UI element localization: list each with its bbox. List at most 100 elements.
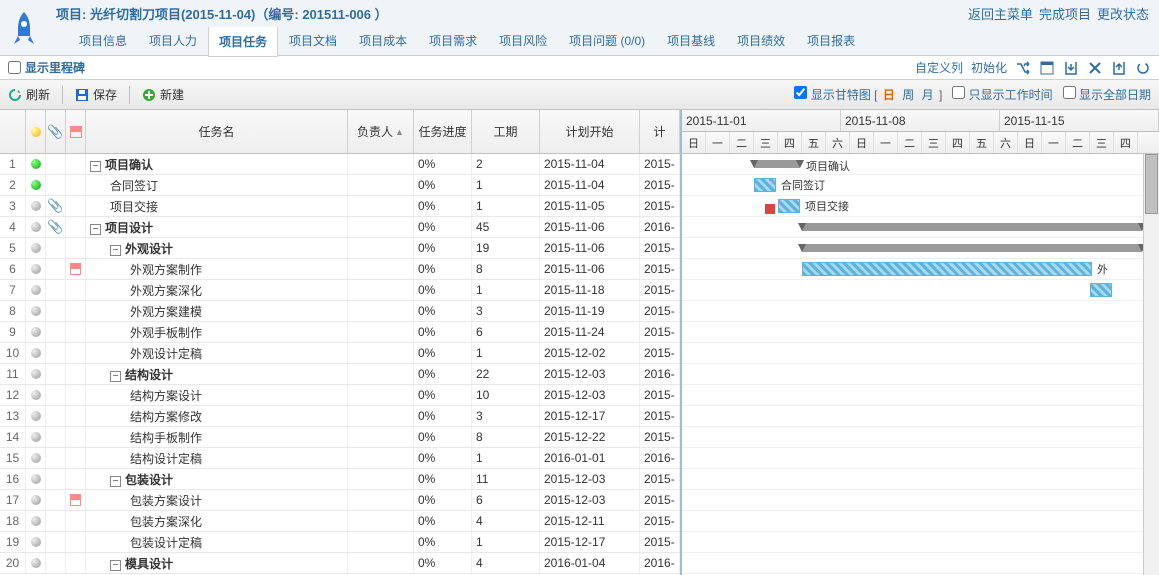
col-flag[interactable] xyxy=(66,110,86,153)
task-row[interactable]: 18包装方案深化0%42015-12-112015- xyxy=(0,511,680,532)
status-bullet-icon xyxy=(31,285,41,295)
name-cell[interactable]: 外观方案深化 xyxy=(86,280,348,300)
start-cell: 2015-12-02 xyxy=(540,343,640,363)
name-cell[interactable]: −外观设计 xyxy=(86,238,348,258)
task-row[interactable]: 20−模具设计0%42016-01-042016- xyxy=(0,553,680,574)
name-cell[interactable]: 项目交接 xyxy=(86,196,348,216)
view-week[interactable]: 周 xyxy=(902,88,914,102)
link-change-status[interactable]: 更改状态 xyxy=(1097,4,1149,23)
name-cell[interactable]: 结构方案设计 xyxy=(86,385,348,405)
import-icon[interactable] xyxy=(1111,60,1127,76)
status-cell xyxy=(26,385,46,405)
task-row[interactable]: 9外观手板制作0%62015-11-242015- xyxy=(0,322,680,343)
col-start[interactable]: 计划开始 xyxy=(540,110,640,153)
task-row[interactable]: 11−结构设计0%222015-12-032016- xyxy=(0,364,680,385)
flag-cell xyxy=(66,532,86,552)
name-cell[interactable]: 外观方案制作 xyxy=(86,259,348,279)
tab-2[interactable]: 项目任务 xyxy=(208,27,278,57)
col-owner[interactable]: 负责人▲ xyxy=(348,110,414,153)
name-cell[interactable]: 外观手板制作 xyxy=(86,322,348,342)
tab-4[interactable]: 项目成本 xyxy=(348,25,418,56)
tab-6[interactable]: 项目风险 xyxy=(488,25,558,56)
save-button[interactable]: 保存 xyxy=(75,86,117,103)
task-row[interactable]: 7外观方案深化0%12015-11-182015- xyxy=(0,280,680,301)
full-screen-icon[interactable] xyxy=(1039,60,1055,76)
link-init[interactable]: 初始化 xyxy=(971,59,1007,76)
task-row[interactable]: 1−项目确认0%22015-11-042015- xyxy=(0,154,680,175)
gantt-checkbox[interactable] xyxy=(794,86,807,99)
collapse-icon[interactable]: − xyxy=(90,224,101,235)
col-rownum[interactable] xyxy=(0,110,26,153)
task-row[interactable]: 16−包装设计0%112015-12-032015- xyxy=(0,469,680,490)
tab-7[interactable]: 项目问题 (0/0) xyxy=(558,25,656,56)
name-cell[interactable]: 结构设计定稿 xyxy=(86,448,348,468)
refresh-circle-icon[interactable] xyxy=(1135,60,1151,76)
col-duration[interactable]: 工期 xyxy=(472,110,540,153)
name-cell[interactable]: 外观方案建模 xyxy=(86,301,348,321)
task-row[interactable]: 13结构方案修改0%32015-12-172015- xyxy=(0,406,680,427)
task-row[interactable]: 15结构设计定稿0%12016-01-012016- xyxy=(0,448,680,469)
col-attach[interactable]: 📎 xyxy=(46,110,66,153)
tab-5[interactable]: 项目需求 xyxy=(418,25,488,56)
gantt-bar[interactable]: 项目交接 xyxy=(778,199,800,213)
tab-0[interactable]: 项目信息 xyxy=(68,25,138,56)
tab-1[interactable]: 项目人力 xyxy=(138,25,208,56)
view-month[interactable]: 月 xyxy=(922,88,934,102)
link-custom-cols[interactable]: 自定义列 xyxy=(915,59,963,76)
rownum: 17 xyxy=(0,490,26,510)
workonly-checkbox[interactable] xyxy=(952,86,965,99)
allday-checkbox[interactable] xyxy=(1063,86,1076,99)
task-row[interactable]: 3📎项目交接0%12015-11-052015- xyxy=(0,196,680,217)
task-row[interactable]: 5−外观设计0%192015-11-062015- xyxy=(0,238,680,259)
milestone-checkbox[interactable] xyxy=(8,61,21,74)
task-row[interactable]: 10外观设计定稿0%12015-12-022015- xyxy=(0,343,680,364)
name-cell[interactable]: 结构方案修改 xyxy=(86,406,348,426)
task-row[interactable]: 8外观方案建模0%32015-11-192015- xyxy=(0,301,680,322)
tab-8[interactable]: 项目基线 xyxy=(656,25,726,56)
collapse-icon[interactable]: − xyxy=(110,245,121,256)
collapse-icon[interactable]: − xyxy=(110,560,121,571)
name-cell[interactable]: 合同签订 xyxy=(86,175,348,195)
task-row[interactable]: 14结构手板制作0%82015-12-222015- xyxy=(0,427,680,448)
name-cell[interactable]: 外观设计定稿 xyxy=(86,343,348,363)
name-cell[interactable]: −项目确认 xyxy=(86,154,348,174)
name-cell[interactable]: 包装设计定稿 xyxy=(86,532,348,552)
name-cell[interactable]: −模具设计 xyxy=(86,553,348,573)
link-complete-project[interactable]: 完成项目 xyxy=(1039,4,1091,23)
collapse-icon[interactable]: − xyxy=(110,371,121,382)
name-cell[interactable]: 结构手板制作 xyxy=(86,427,348,447)
scroll-thumb[interactable] xyxy=(1145,154,1158,214)
shuffle-icon[interactable] xyxy=(1015,60,1031,76)
name-cell[interactable]: 包装方案设计 xyxy=(86,490,348,510)
tab-10[interactable]: 项目报表 xyxy=(796,25,866,56)
name-cell[interactable]: 包装方案深化 xyxy=(86,511,348,531)
status-bullet-icon xyxy=(31,495,41,505)
tab-3[interactable]: 项目文档 xyxy=(278,25,348,56)
gantt-bar[interactable]: 合同签订 xyxy=(754,178,776,192)
tab-9[interactable]: 项目绩效 xyxy=(726,25,796,56)
col-end[interactable]: 计 xyxy=(640,110,680,153)
link-main-menu[interactable]: 返回主菜单 xyxy=(968,4,1033,23)
export-icon[interactable] xyxy=(1063,60,1079,76)
task-row[interactable]: 2合同签订0%12015-11-042015- xyxy=(0,175,680,196)
col-progress[interactable]: 任务进度 xyxy=(414,110,472,153)
scrollbar[interactable] xyxy=(1143,154,1159,575)
refresh-button[interactable]: 刷新 xyxy=(8,86,50,103)
task-row[interactable]: 4📎−项目设计0%452015-11-062016- xyxy=(0,217,680,238)
x-icon[interactable] xyxy=(1087,60,1103,76)
gantt-bar[interactable]: 外 xyxy=(802,262,1092,276)
gantt-bar[interactable] xyxy=(1090,283,1112,297)
task-row[interactable]: 6外观方案制作0%82015-11-062015- xyxy=(0,259,680,280)
task-row[interactable]: 19包装设计定稿0%12015-12-172015- xyxy=(0,532,680,553)
collapse-icon[interactable]: − xyxy=(110,476,121,487)
task-row[interactable]: 17包装方案设计0%62015-12-032015- xyxy=(0,490,680,511)
name-cell[interactable]: −项目设计 xyxy=(86,217,348,237)
new-button[interactable]: 新建 xyxy=(142,86,184,103)
task-row[interactable]: 12结构方案设计0%102015-12-032015- xyxy=(0,385,680,406)
name-cell[interactable]: −包装设计 xyxy=(86,469,348,489)
col-status[interactable] xyxy=(26,110,46,153)
collapse-icon[interactable]: − xyxy=(90,161,101,172)
view-day[interactable]: 日 xyxy=(883,88,895,102)
name-cell[interactable]: −结构设计 xyxy=(86,364,348,384)
col-name[interactable]: 任务名 xyxy=(86,110,348,153)
